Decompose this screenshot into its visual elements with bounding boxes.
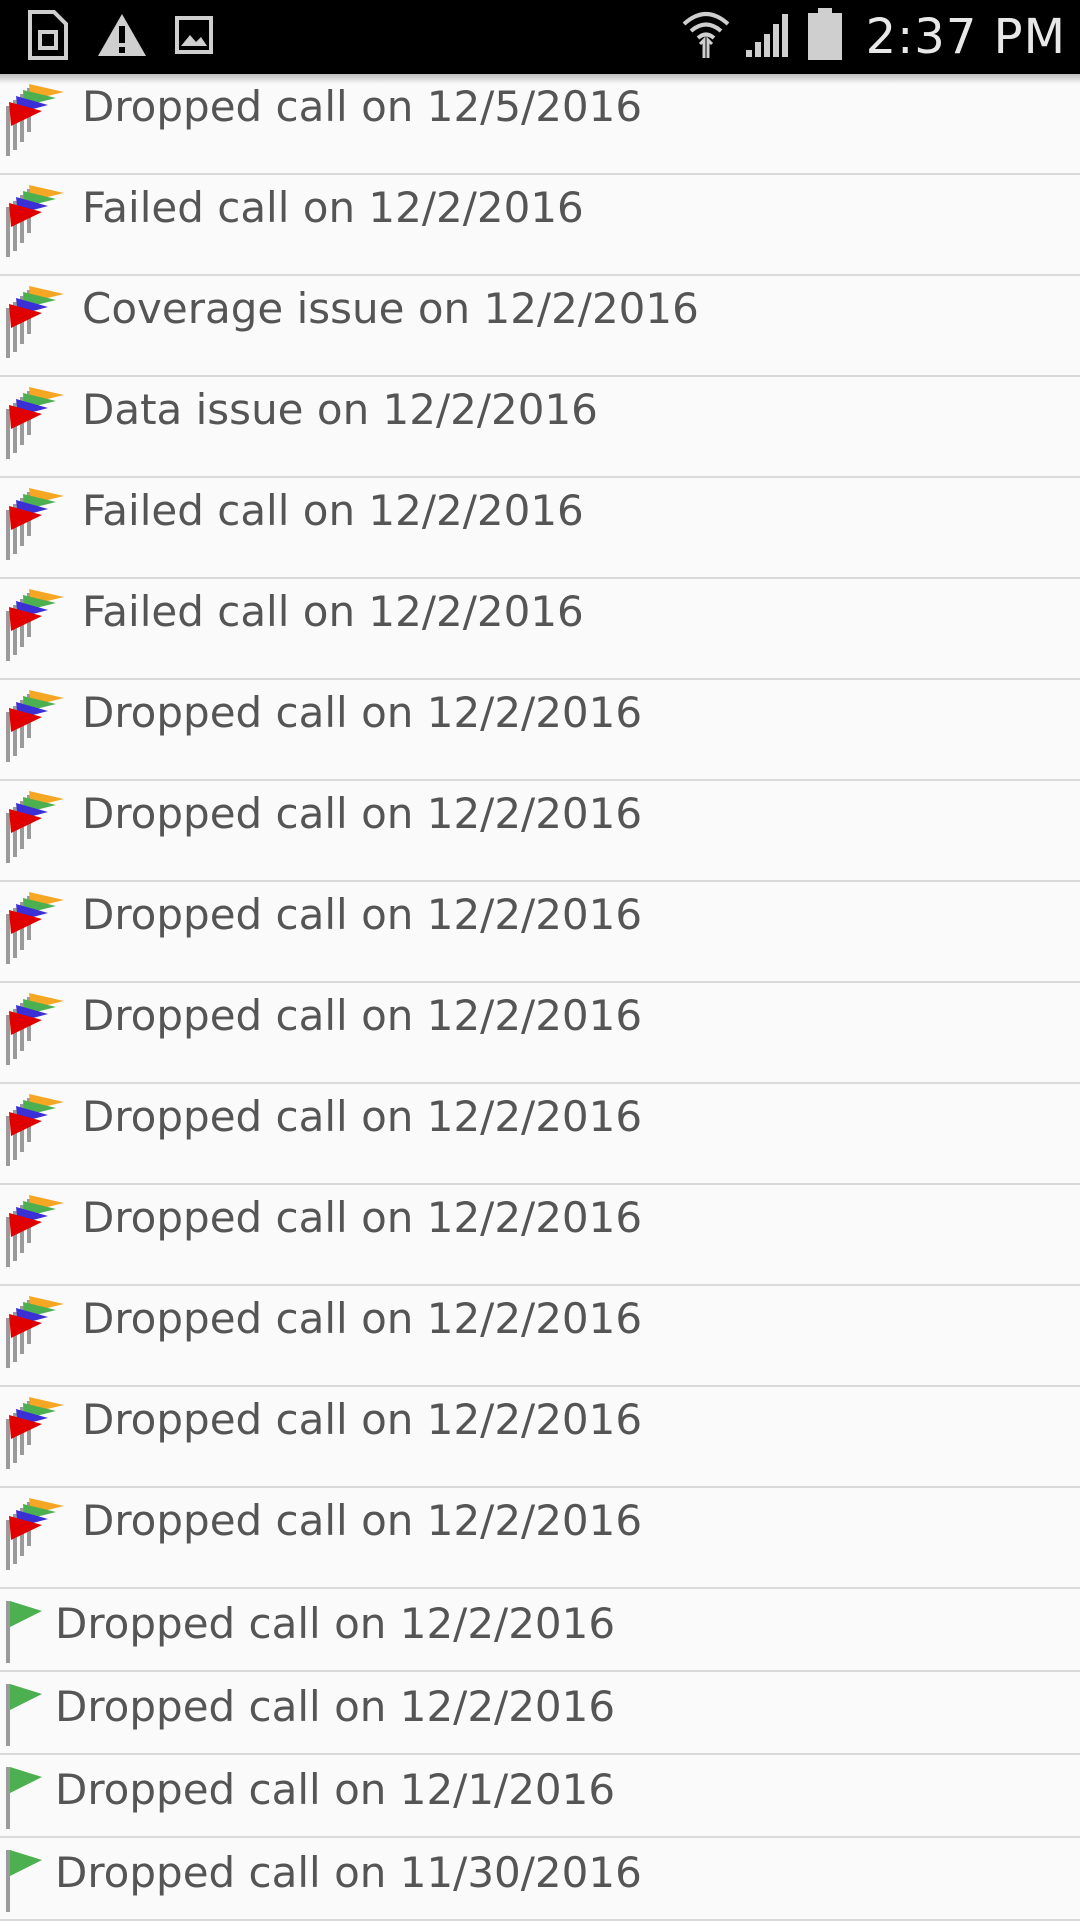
list-item[interactable]: Dropped call on 12/2/2016 [0, 781, 1080, 882]
list-item[interactable]: Failed call on 12/2/2016 [0, 478, 1080, 579]
list-item-label: Dropped call on 12/2/2016 [82, 688, 643, 737]
list-item-label: Data issue on 12/2/2016 [82, 385, 598, 434]
multi-flag-icon [4, 1292, 68, 1373]
list-item-label: Failed call on 12/2/2016 [82, 587, 584, 636]
multi-flag-icon [4, 484, 68, 565]
list-item-label: Dropped call on 11/30/2016 [55, 1848, 642, 1897]
multi-flag-icon [4, 888, 68, 969]
list-item-label: Dropped call on 12/2/2016 [82, 1294, 643, 1343]
list-item[interactable]: Dropped call on 12/2/2016 [0, 1488, 1080, 1589]
list-item-label: Coverage issue on 12/2/2016 [82, 284, 699, 333]
list-item-label: Dropped call on 12/2/2016 [55, 1599, 616, 1648]
list-item[interactable]: Dropped call on 12/1/2016 [0, 1755, 1080, 1838]
list-item-label: Dropped call on 12/2/2016 [82, 1193, 643, 1242]
list-item[interactable]: Failed call on 12/2/2016 [0, 175, 1080, 276]
green-flag-icon [4, 1763, 44, 1834]
multi-flag-icon [4, 1191, 68, 1272]
multi-flag-icon [4, 1393, 68, 1474]
list-item-label: Dropped call on 12/2/2016 [82, 1395, 643, 1444]
multi-flag-icon [4, 1494, 68, 1575]
event-list[interactable]: Dropped call on 12/5/2016 Failed call on … [0, 74, 1080, 1921]
list-item[interactable]: Coverage issue on 12/2/2016 [0, 276, 1080, 377]
status-bar-notifications [24, 9, 214, 65]
multi-flag-icon [4, 989, 68, 1070]
multi-flag-icon [4, 383, 68, 464]
multi-flag-icon [4, 80, 68, 161]
list-item[interactable]: Dropped call on 12/2/2016 [0, 1589, 1080, 1672]
list-item-label: Dropped call on 12/2/2016 [82, 991, 643, 1040]
status-bar-system: 2:37 PM [682, 7, 1066, 67]
list-item-label: Failed call on 12/2/2016 [82, 486, 584, 535]
image-icon [174, 15, 214, 60]
list-item[interactable]: Failed call on 12/2/2016 [0, 579, 1080, 680]
green-flag-icon [4, 1846, 44, 1917]
list-item[interactable]: Dropped call on 12/2/2016 [0, 680, 1080, 781]
list-item[interactable]: Dropped call on 12/2/2016 [0, 1387, 1080, 1488]
list-item[interactable]: Dropped call on 12/2/2016 [0, 1185, 1080, 1286]
green-flag-icon [4, 1680, 44, 1751]
list-item[interactable]: Dropped call on 11/30/2016 [0, 1838, 1080, 1921]
battery-icon [806, 7, 844, 67]
list-item-label: Dropped call on 12/5/2016 [82, 82, 643, 131]
clock: 2:37 PM [865, 9, 1066, 65]
signal-icon [744, 12, 792, 63]
status-bar: 2:37 PM [0, 0, 1080, 74]
sim-card-icon [24, 9, 70, 65]
list-item-label: Dropped call on 12/2/2016 [82, 890, 643, 939]
list-item-label: Failed call on 12/2/2016 [82, 183, 584, 232]
multi-flag-icon [4, 282, 68, 363]
list-item-label: Dropped call on 12/2/2016 [82, 789, 643, 838]
multi-flag-icon [4, 686, 68, 767]
list-item-label: Dropped call on 12/2/2016 [82, 1092, 643, 1141]
multi-flag-icon [4, 1090, 68, 1171]
list-item[interactable]: Dropped call on 12/2/2016 [0, 1286, 1080, 1387]
list-item[interactable]: Dropped call on 12/2/2016 [0, 882, 1080, 983]
list-item-label: Dropped call on 12/2/2016 [55, 1682, 616, 1731]
multi-flag-icon [4, 787, 68, 868]
green-flag-icon [4, 1597, 44, 1668]
list-item[interactable]: Dropped call on 12/2/2016 [0, 1672, 1080, 1755]
list-item[interactable]: Dropped call on 12/5/2016 [0, 74, 1080, 175]
multi-flag-icon [4, 585, 68, 666]
list-item[interactable]: Dropped call on 12/2/2016 [0, 1084, 1080, 1185]
list-item[interactable]: Data issue on 12/2/2016 [0, 377, 1080, 478]
warning-icon [96, 12, 148, 63]
list-item[interactable]: Dropped call on 12/2/2016 [0, 983, 1080, 1084]
multi-flag-icon [4, 181, 68, 262]
list-item-label: Dropped call on 12/1/2016 [55, 1765, 616, 1814]
wifi-icon [682, 10, 730, 65]
list-item-label: Dropped call on 12/2/2016 [82, 1496, 643, 1545]
